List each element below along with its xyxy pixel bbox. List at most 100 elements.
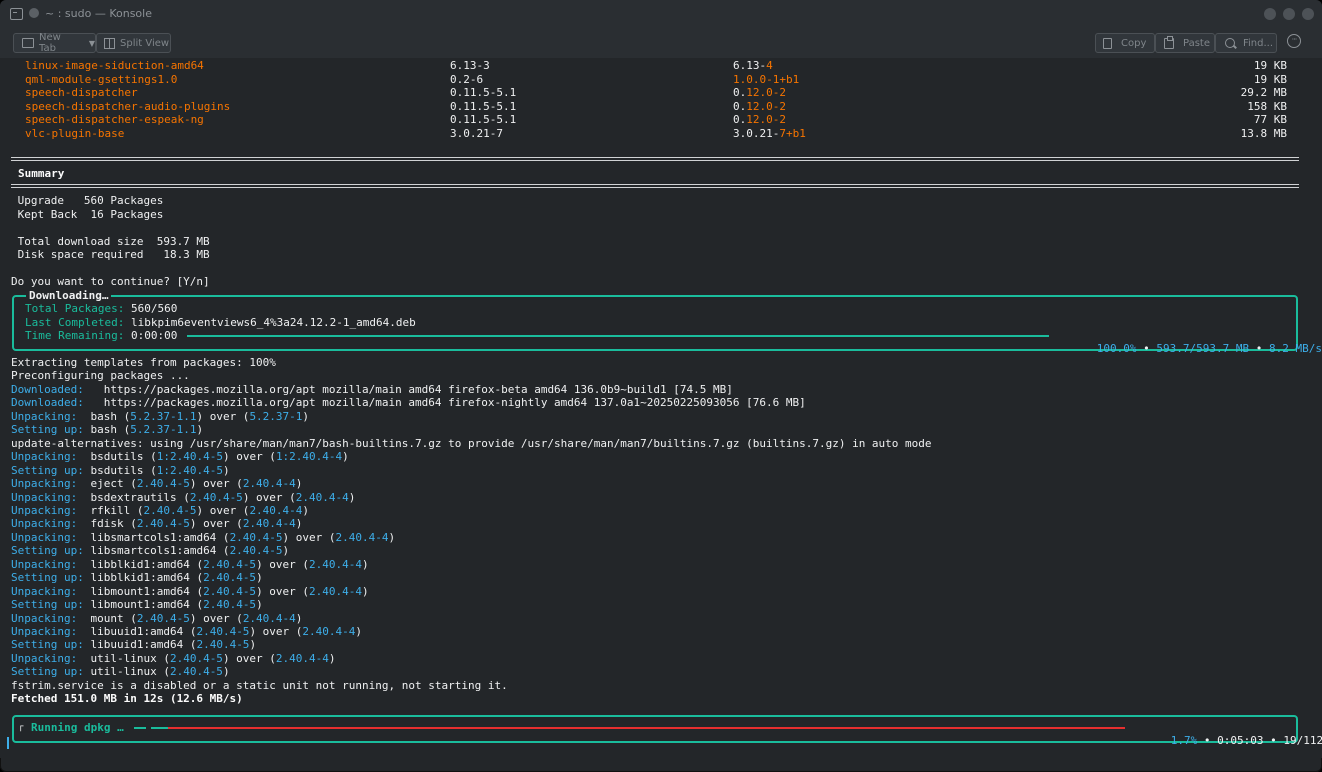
log-text: 2.40.4-5 — [196, 638, 250, 652]
title-bar[interactable]: ~ : sudo — Konsole — [0, 0, 1322, 28]
log-line: Unpacking: util-linux (2.40.4-5) over (2… — [11, 652, 336, 665]
log-text: https://packages.mozilla.org/apt mozilla… — [83, 396, 806, 410]
download-speed: 8.2 MB/s — [1268, 342, 1322, 355]
log-text: 2.40.4-4 — [275, 651, 329, 665]
log-text: ) over ( — [222, 651, 276, 665]
log-text: 2.40.4-5 — [136, 611, 190, 625]
konsole-app-icon[interactable] — [10, 8, 23, 20]
chevron-down-icon[interactable]: ▼ — [89, 39, 95, 48]
toolbar: New Tab ▼ Split View Copy Paste Find... — [0, 28, 1322, 58]
log-action-label: Unpacking: — [11, 530, 78, 544]
new-version-base: 0. — [733, 86, 747, 99]
log-text: bsdutils ( — [83, 463, 157, 477]
search-icon — [1225, 38, 1235, 48]
log-text: 2.40.4-5 — [203, 557, 257, 571]
log-text: ) — [295, 517, 303, 531]
minimize-button[interactable] — [1264, 8, 1276, 20]
package-size: 19 KB — [1253, 72, 1287, 86]
log-text: 2.40.4-5 — [143, 503, 197, 517]
log-line: Unpacking: mount (2.40.4-5) over (2.40.4… — [11, 612, 302, 625]
new-version-change: 12.0-2 — [746, 113, 786, 126]
log-action-label: Downloaded: — [11, 396, 84, 410]
download-percent: 100.0% — [1096, 342, 1137, 355]
log-text: 2.40.4-4 — [242, 611, 296, 625]
log-line: Unpacking: libuuid1:amd64 (2.40.4-5) ove… — [11, 625, 362, 638]
log-text: 2.40.4-5 — [203, 598, 257, 612]
log-text: libmount1:amd64 ( — [83, 598, 204, 612]
log-text: util-linux ( — [83, 665, 170, 679]
log-action-label: Setting up: — [11, 463, 84, 477]
log-text: ) — [256, 598, 263, 612]
log-text: libblkid1:amd64 ( — [83, 571, 204, 585]
log-text: ) — [348, 490, 356, 504]
window-title: ~ : sudo — Konsole — [45, 7, 152, 20]
log-text: ) — [196, 423, 204, 437]
new-tab-button[interactable]: New Tab ▼ — [13, 32, 96, 54]
package-name: speech-dispatcher — [25, 86, 138, 99]
last-completed-value: libkpim6eventviews6_4%3a24.12.2-1_amd64.… — [130, 316, 416, 329]
log-text: 2.40.4-4 — [309, 584, 363, 598]
dpkg-progress-lead — [134, 727, 146, 729]
log-text: ) — [355, 625, 363, 638]
log-text: update-alternatives: using /usr/share/ma… — [11, 436, 932, 450]
log-text: https://packages.mozilla.org/apt mozilla… — [83, 382, 733, 396]
download-progress-fill — [187, 335, 1049, 337]
paste-button[interactable]: Paste — [1155, 33, 1215, 53]
package-name: vlc-plugin-base — [25, 126, 125, 140]
log-line: Setting up: libmount1:amd64 (2.40.4-5) — [11, 598, 263, 611]
log-text: 2.40.4-5 — [136, 477, 190, 491]
package-size: 13.8 MB — [1240, 126, 1287, 140]
log-text: 2.40.4-5 — [229, 544, 283, 558]
log-text: 2.40.4-4 — [295, 490, 349, 504]
log-text: 2.40.4-4 — [242, 517, 296, 531]
continue-prompt: Do you want to continue? [Y/n] — [11, 275, 210, 288]
summary-disk-space: Disk space required 18.3 MB — [11, 248, 210, 261]
log-action-label: Unpacking: — [11, 477, 78, 491]
konsole-window: ~ : sudo — Konsole New Tab ▼ Split View … — [0, 0, 1322, 772]
more-options-icon[interactable]: ··· — [1287, 34, 1301, 48]
split-view-button[interactable]: Split View — [96, 33, 171, 53]
copy-button[interactable]: Copy — [1095, 33, 1155, 53]
time-remaining-key: Time Remaining: — [25, 329, 125, 342]
log-text: ) over ( — [189, 477, 243, 491]
maximize-button[interactable] — [1283, 8, 1295, 20]
find-button[interactable]: Find... — [1215, 33, 1277, 53]
log-text: ) over ( — [189, 611, 243, 625]
dpkg-count: 19/1121 — [1283, 734, 1322, 747]
log-action-label: Unpacking: — [11, 450, 78, 464]
log-line: Setting up: libblkid1:amd64 (2.40.4-5) — [11, 571, 263, 584]
log-text: ) over ( — [249, 625, 303, 638]
log-text: ) — [256, 571, 263, 585]
log-action-label: Unpacking: — [11, 611, 78, 625]
new-version-change: 12.0-2 — [746, 99, 786, 113]
close-button[interactable] — [1302, 8, 1314, 20]
total-packages-key: Total Packages: — [25, 302, 125, 315]
package-size: 29.2 MB — [1240, 86, 1287, 99]
pin-icon[interactable] — [29, 8, 39, 18]
log-line: Unpacking: eject (2.40.4-5) over (2.40.4… — [11, 477, 302, 490]
log-line: Downloaded: https://packages.mozilla.org… — [11, 383, 733, 396]
log-text: ) over ( — [222, 450, 276, 464]
log-text: 5.2.37-1.1 — [130, 423, 197, 437]
download-progress-track — [187, 335, 1049, 337]
new-version-change: 1.0.0-1+b1 — [733, 72, 800, 86]
log-text: 2.40.4-4 — [309, 557, 363, 571]
text-cursor — [7, 737, 9, 749]
terminal-view[interactable]: linux-image-siduction-amd64 6.13-3 6.13-4 1… — [0, 58, 1322, 758]
log-action-label: Unpacking: — [11, 625, 78, 638]
paste-icon — [1164, 35, 1174, 49]
log-text: 2.40.4-5 — [136, 517, 190, 531]
split-view-icon — [104, 37, 115, 49]
log-line: Unpacking: libsmartcols1:amd64 (2.40.4-5… — [11, 531, 395, 544]
log-line: Extracting templates from packages: 100% — [11, 356, 276, 369]
log-action-label: Setting up: — [11, 665, 84, 679]
package-size: 19 KB — [1253, 59, 1287, 72]
log-action-label: Setting up: — [11, 638, 84, 652]
log-text: ) — [362, 557, 369, 571]
log-text: 2.40.4-5 — [189, 490, 243, 504]
log-line: Fetched 151.0 MB in 12s (12.6 MB/s) — [11, 692, 243, 705]
log-line: update-alternatives: using /usr/share/ma… — [11, 437, 932, 450]
package-new-version: 0.12.0-2 — [733, 100, 786, 113]
log-text: 2.40.4-5 — [229, 530, 283, 544]
log-text: libuuid1:amd64 ( — [77, 625, 197, 638]
